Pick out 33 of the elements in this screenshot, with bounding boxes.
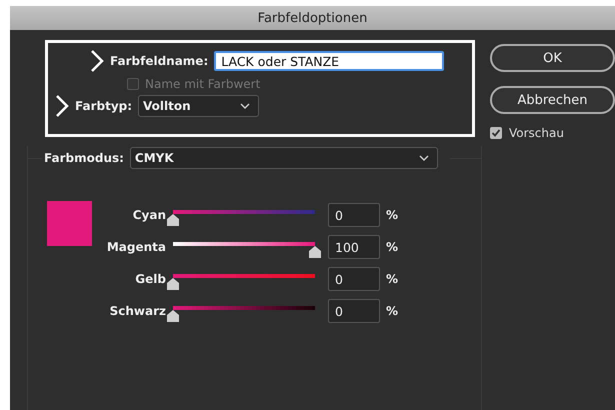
channel-label: Schwarz [108,304,166,318]
caret-icon [418,155,429,161]
unit-label: % [386,208,398,222]
checkbox-label: Vorschau [509,126,564,140]
dialog-button[interactable]: OK [490,44,615,72]
value-input[interactable]: 0 [328,299,380,323]
unit-label: % [386,240,398,254]
channel-label: Magenta [106,240,166,254]
field-label: Farbtyp: [75,99,132,113]
slider-thumb[interactable] [167,214,179,226]
window-title: Farbfeldoptionen [258,10,368,26]
unit-label: % [386,304,398,318]
field-label: Farbmodus: [44,151,124,165]
unit-label: % [386,272,398,286]
dialog-button[interactable]: Abbrechen [490,86,615,114]
chevron-icon [90,49,104,73]
value-input[interactable]: 0 [328,203,380,227]
mode-dropdown[interactable]: CMYK [130,147,438,169]
color-swatch [47,201,92,246]
type-dropdown[interactable]: Vollton [138,95,260,117]
slider-thumb[interactable] [167,278,179,290]
slider-thumb[interactable] [167,310,179,322]
name-input[interactable]: LACK oder STANZE [214,51,444,71]
channel-label: Gelb [134,272,166,286]
field-label: Farbfeldname: [110,54,208,68]
checkbox[interactable] [490,127,502,139]
value-input[interactable]: 0 [328,267,380,291]
chevron-icon [55,94,69,118]
value-input[interactable]: 100 [328,235,380,259]
channel-label: Cyan [132,208,166,222]
caret-icon [240,103,250,109]
slider-thumb[interactable] [309,246,321,258]
checkbox-label: Name mit Farbwert [145,77,260,91]
